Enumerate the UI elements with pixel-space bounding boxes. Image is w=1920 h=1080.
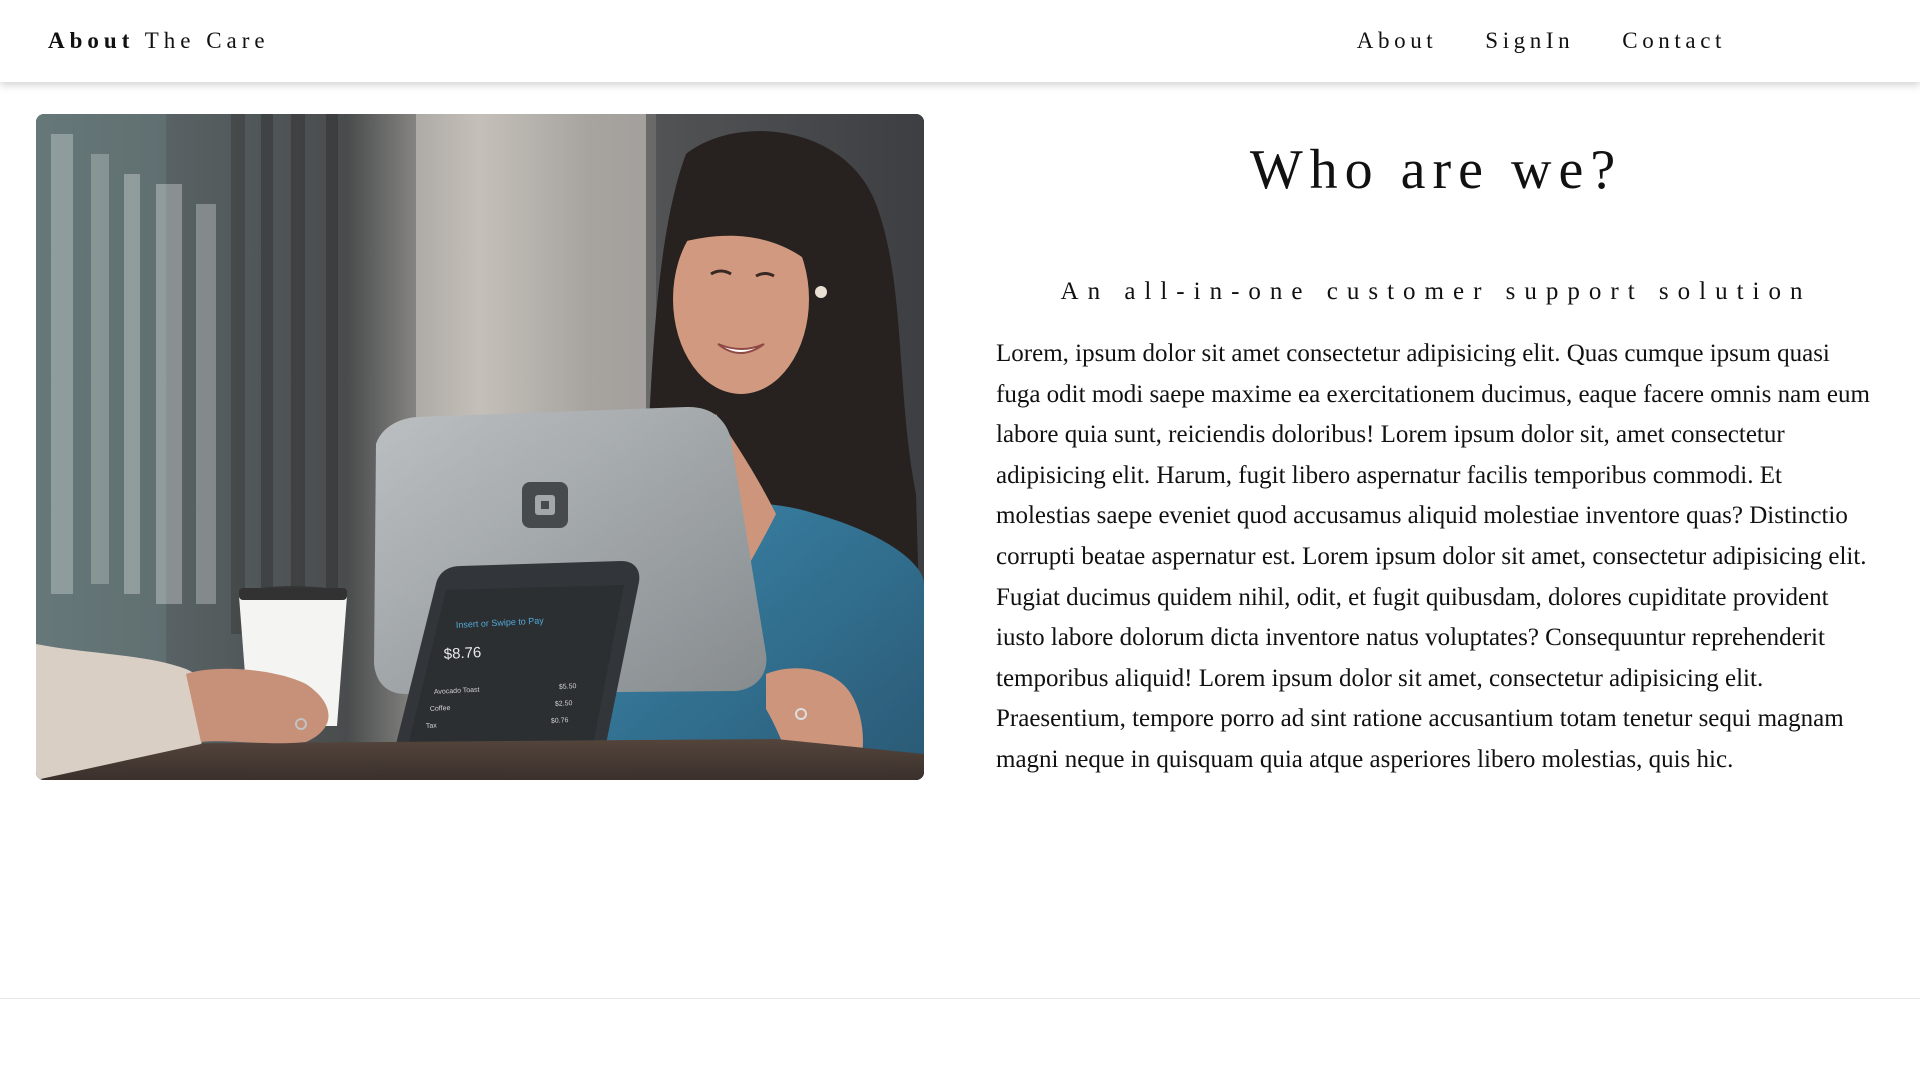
about-paragraph: Lorem, ipsum dolor sit amet consectetur … <box>996 340 1870 773</box>
brand-logo[interactable]: About The Care <box>48 0 270 82</box>
nav-link-contact[interactable]: Contact <box>1622 28 1726 54</box>
brand-rest-text: The Care <box>134 28 270 53</box>
hero-photo-illustration: Insert or Swipe to Pay $8.76 Avocado Toa… <box>36 114 924 780</box>
footer-divider <box>0 998 1920 999</box>
hero-photo: Insert or Swipe to Pay $8.76 Avocado Toa… <box>36 114 924 780</box>
about-section: Who are we? An all-in-one customer suppo… <box>996 130 1876 781</box>
navbar: About The Care About SignIn Contact <box>0 0 1920 82</box>
nav-link-about[interactable]: About <box>1357 28 1438 54</box>
nav-link-signin[interactable]: SignIn <box>1485 28 1574 54</box>
page-title: Who are we? <box>1249 139 1623 201</box>
nav-links: About SignIn Contact <box>1357 0 1726 82</box>
subtitle: An all-in-one customer support solution <box>1060 278 1812 305</box>
brand-bold-text: About <box>48 28 135 53</box>
